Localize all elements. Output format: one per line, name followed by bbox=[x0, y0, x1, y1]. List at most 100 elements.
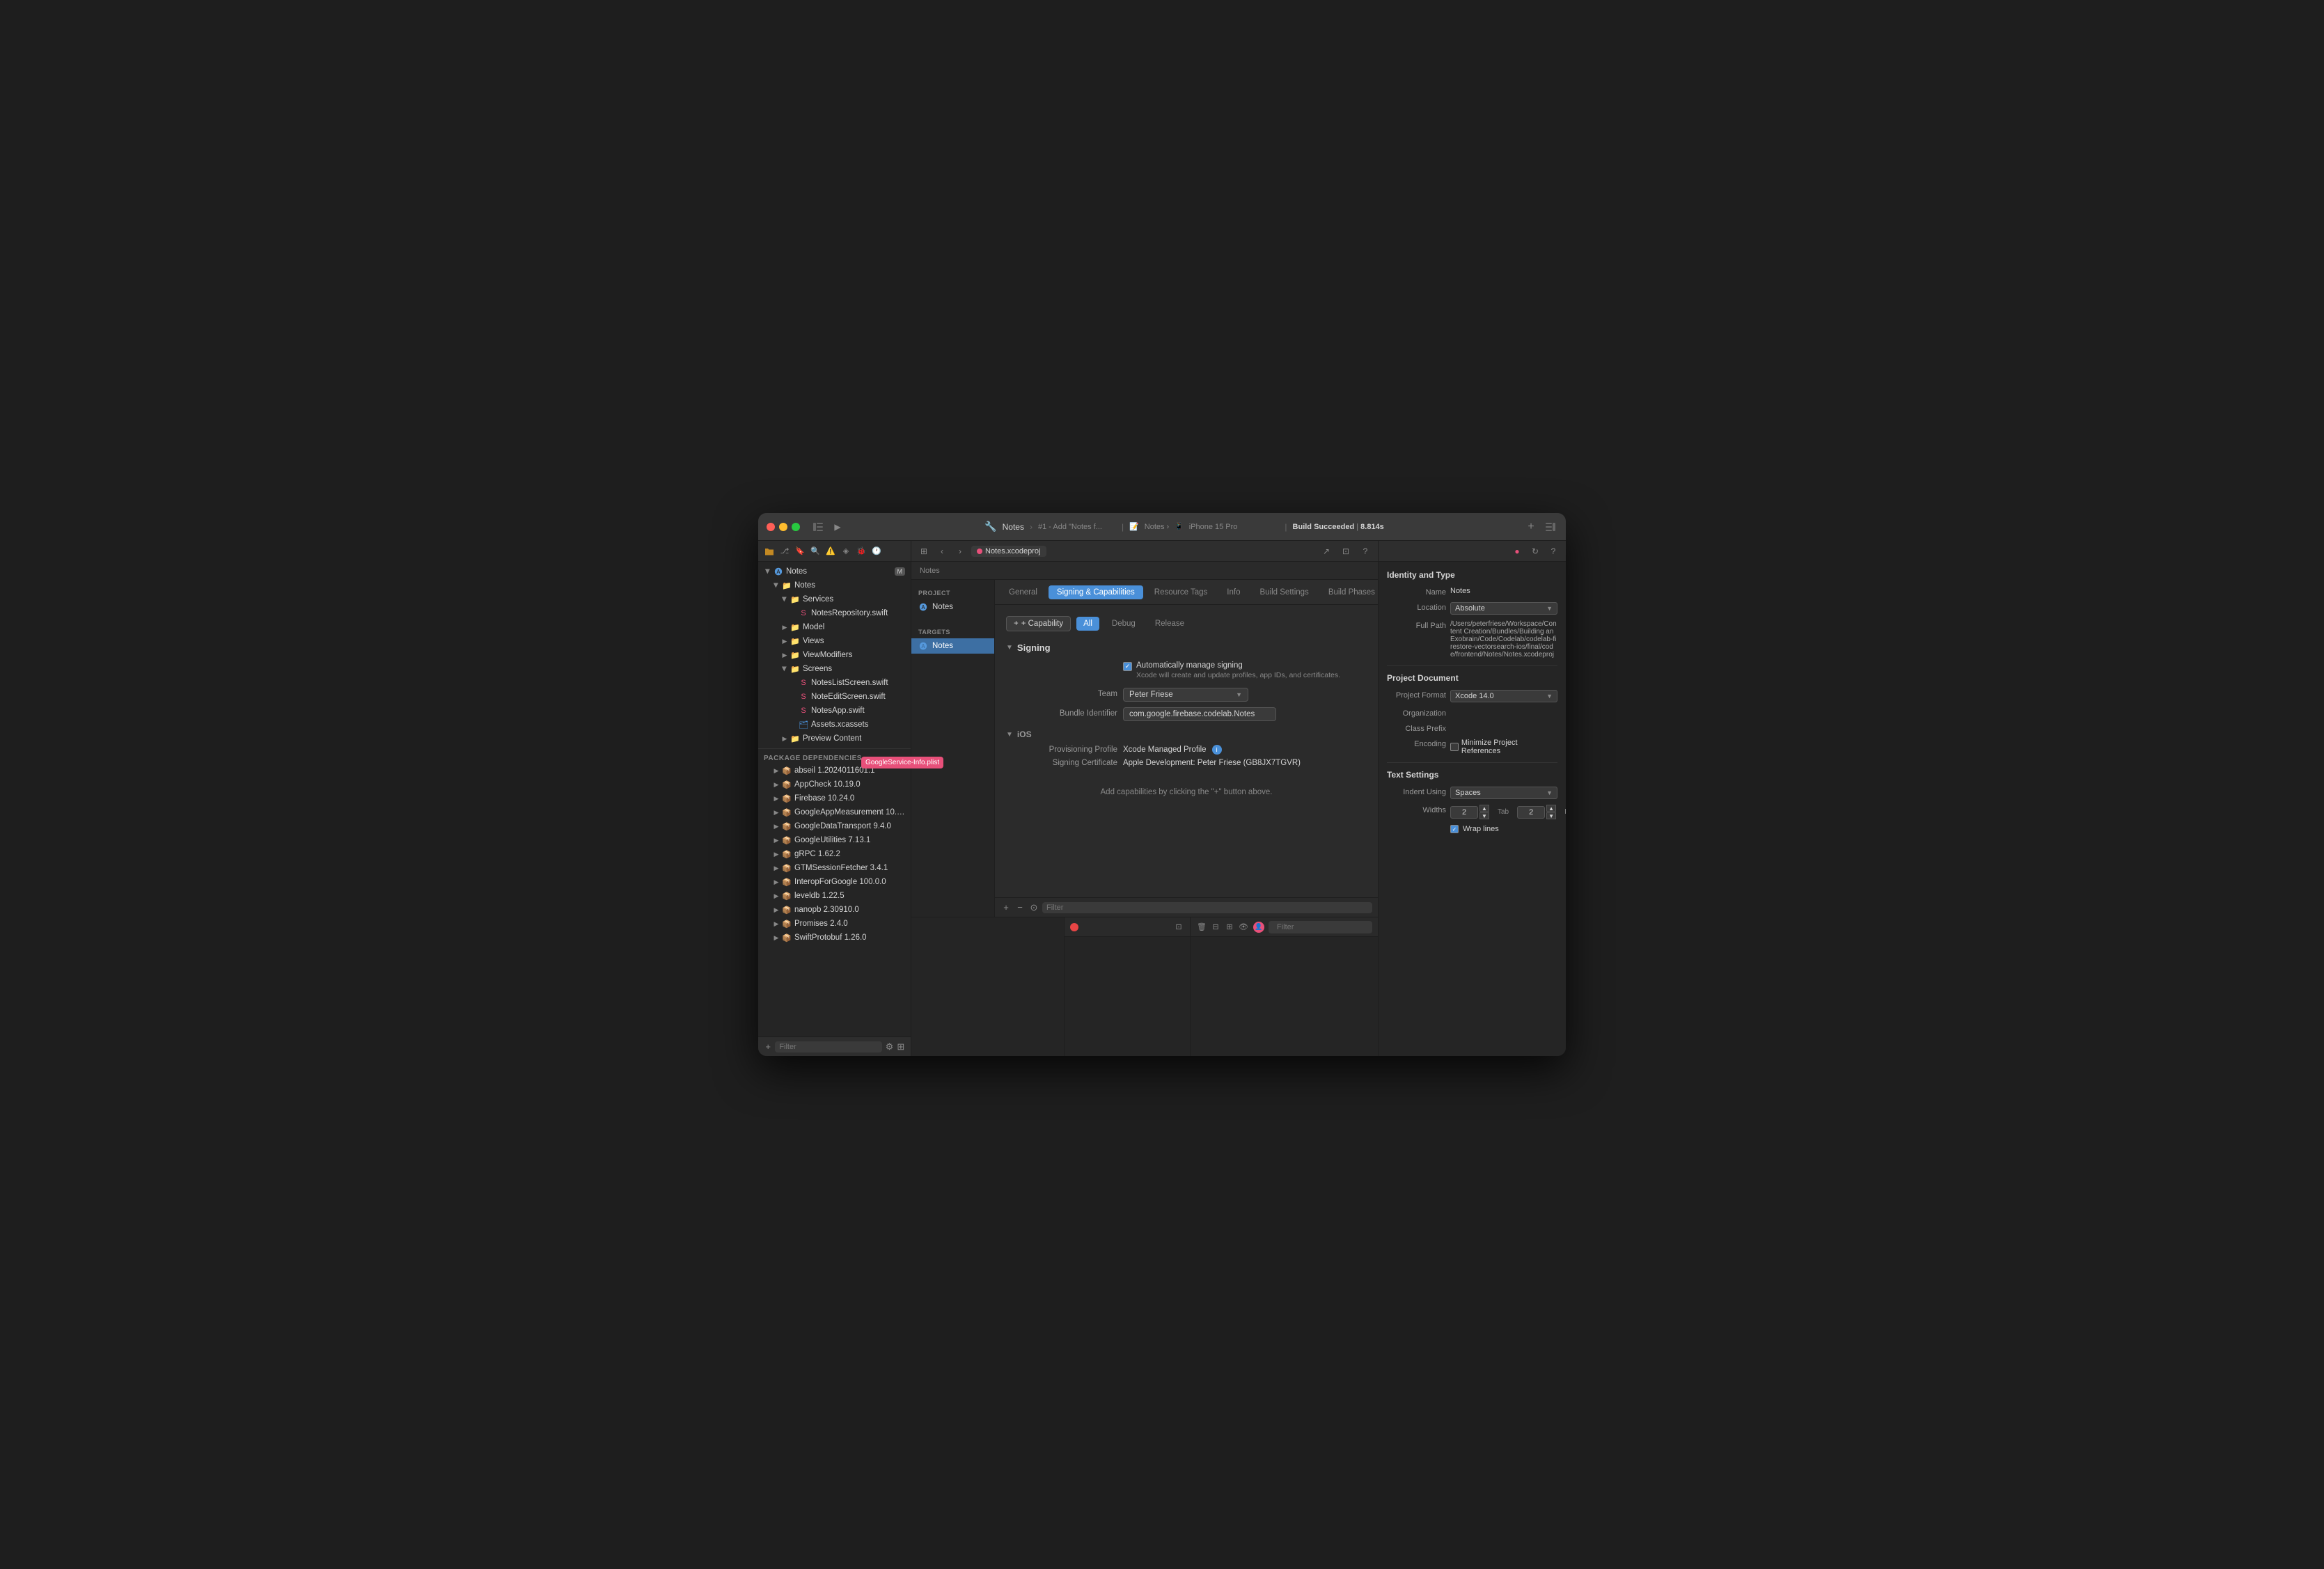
sidebar-item-nanopb[interactable]: ▶ 📦 nanopb 2.30910.0 bbox=[758, 903, 911, 917]
adjust-button[interactable]: ⊡ bbox=[1339, 544, 1353, 558]
add-capability-button[interactable]: + + Capability bbox=[1006, 616, 1071, 631]
bottom-center-panel: ⊡ bbox=[1065, 917, 1190, 1056]
add-file-button[interactable]: + bbox=[764, 1041, 772, 1052]
tab-info[interactable]: Info bbox=[1218, 585, 1248, 599]
panel-filter-input[interactable] bbox=[1042, 902, 1372, 913]
vcs-icon[interactable]: ⎇ bbox=[779, 546, 790, 557]
indent-stepper-up[interactable]: ▲ bbox=[1546, 805, 1556, 812]
package-icon: 📦 bbox=[782, 780, 792, 789]
debug-arrow-icon[interactable]: 👁 bbox=[1238, 922, 1249, 933]
sidebar-item-services[interactable]: ▶ 📁 Services bbox=[758, 592, 911, 606]
filter-release-button[interactable]: Release bbox=[1148, 617, 1191, 631]
minimize-button[interactable] bbox=[779, 523, 787, 531]
fullscreen-icon[interactable]: ⊡ bbox=[1173, 922, 1184, 933]
warning-icon[interactable]: ⚠️ bbox=[825, 546, 836, 557]
tab-build-phases[interactable]: Build Phases bbox=[1320, 585, 1378, 599]
debug-icon[interactable]: 🐞 bbox=[856, 546, 867, 557]
sidebar-item-googleutilities[interactable]: ▶ 📦 GoogleUtilities 7.13.1 bbox=[758, 833, 911, 847]
sidebar-item-noteslistscreen[interactable]: ▶ S NotesListScreen.swift bbox=[758, 676, 911, 690]
help-right-icon[interactable]: ? bbox=[1546, 544, 1560, 558]
test-icon[interactable]: ◈ bbox=[840, 546, 851, 557]
question-button[interactable]: ? bbox=[1358, 544, 1372, 558]
history-icon[interactable]: 🕐 bbox=[871, 546, 882, 557]
sidebar-item-firebase[interactable]: ▶ 📦 Firebase 10.24.0 bbox=[758, 791, 911, 805]
filter-debug-button[interactable]: Debug bbox=[1105, 617, 1143, 631]
location-dropdown[interactable]: Absolute ▼ bbox=[1450, 602, 1557, 615]
filter-all-button[interactable]: All bbox=[1076, 617, 1099, 631]
indent-stepper-down[interactable]: ▼ bbox=[1546, 812, 1556, 819]
sidebar-item-googleappmeasurement[interactable]: ▶ 📦 GoogleAppMeasurement 10.24.0 bbox=[758, 805, 911, 819]
file-type-icon[interactable]: ● bbox=[1510, 544, 1524, 558]
sidebar-item-swiftprotobuf[interactable]: ▶ 📦 SwiftProtobuf 1.26.0 bbox=[758, 931, 911, 945]
bottom-filter-input[interactable] bbox=[1273, 922, 1368, 933]
sidebar-item-interopforgoogle[interactable]: ▶ 📦 InteropForGoogle 100.0.0 bbox=[758, 875, 911, 889]
back-button[interactable]: ‹ bbox=[935, 544, 949, 558]
sidebar-item-model[interactable]: ▶ 📁 Model bbox=[758, 620, 911, 634]
target-item-notes[interactable]: 🅐 Notes bbox=[911, 638, 994, 654]
tab-general[interactable]: General bbox=[1000, 585, 1046, 599]
tab-signing-capabilities[interactable]: Signing & Capabilities bbox=[1049, 585, 1143, 599]
class-prefix-row: Class Prefix bbox=[1387, 723, 1557, 733]
encoding-label: Encoding bbox=[1387, 739, 1446, 748]
sidebar-item-googledatatransport[interactable]: ▶ 📦 GoogleDataTransport 9.4.0 bbox=[758, 819, 911, 833]
sidebar-item-notes-folder[interactable]: ▶ 📁 Notes bbox=[758, 578, 911, 592]
sidebar-item-promises[interactable]: ▶ 📦 Promises 2.4.0 bbox=[758, 917, 911, 931]
sidebar-item-notesrepository[interactable]: ▶ S NotesRepository.swift bbox=[758, 606, 911, 620]
tab-stepper-down[interactable]: ▼ bbox=[1479, 812, 1489, 819]
sidebar-item-gtmsessionfetcher[interactable]: ▶ 📦 GTMSessionFetcher 3.4.1 bbox=[758, 861, 911, 875]
encoding-checkbox[interactable] bbox=[1450, 743, 1459, 751]
tab-width-value[interactable]: 2 bbox=[1450, 806, 1478, 819]
signing-header[interactable]: ▼ Signing bbox=[1006, 642, 1367, 653]
bookmark-icon[interactable]: 🔖 bbox=[794, 546, 806, 557]
close-button[interactable] bbox=[767, 523, 775, 531]
add-button[interactable]: + bbox=[1524, 520, 1538, 534]
maximize-button[interactable] bbox=[792, 523, 800, 531]
inspector-toggle[interactable] bbox=[1544, 520, 1557, 534]
tab-stepper-up[interactable]: ▲ bbox=[1479, 805, 1489, 812]
remove-bottom-button[interactable]: − bbox=[1014, 902, 1026, 913]
indent-width-value[interactable]: 2 bbox=[1517, 806, 1545, 819]
filter-circle-button[interactable]: ⊙ bbox=[1028, 902, 1039, 913]
sidebar-item-root-notes[interactable]: ▶ 🅐 Notes M bbox=[758, 565, 911, 578]
project-format-dropdown[interactable]: Xcode 14.0 ▼ bbox=[1450, 690, 1557, 702]
ios-section-header[interactable]: ▼ iOS bbox=[1006, 730, 1367, 739]
filter-toggle-button[interactable]: ⊞ bbox=[897, 1041, 905, 1052]
history-right-icon[interactable]: ↻ bbox=[1528, 544, 1542, 558]
sidebar-item-grpc[interactable]: ▶ 📦 gRPC 1.62.2 bbox=[758, 847, 911, 861]
folder-icon[interactable] bbox=[764, 546, 775, 557]
share-button[interactable]: ↗ bbox=[1319, 544, 1333, 558]
class-prefix-input[interactable] bbox=[1450, 723, 1557, 732]
sidebar-item-appcheck[interactable]: ▶ 📦 AppCheck 10.19.0 bbox=[758, 778, 911, 791]
current-file-pill[interactable]: Notes.xcodeproj bbox=[971, 546, 1046, 557]
indent-using-dropdown[interactable]: Spaces ▼ bbox=[1450, 787, 1557, 799]
sidebar-toggle[interactable] bbox=[811, 520, 825, 534]
sidebar-item-noteeditscreen[interactable]: ▶ S NoteEditScreen.swift bbox=[758, 690, 911, 704]
sidebar-item-viewmodifiers[interactable]: ▶ 📁 ViewModifiers bbox=[758, 648, 911, 662]
project-item-notes[interactable]: 🅐 Notes bbox=[911, 599, 994, 615]
sidebar-item-assets[interactable]: ▶ 🗂 Assets.xcassets bbox=[758, 718, 911, 732]
run-button[interactable]: ▶ bbox=[831, 520, 845, 534]
tab-resource-tags[interactable]: Resource Tags bbox=[1146, 585, 1216, 599]
sidebar-item-views[interactable]: ▶ 📁 Views bbox=[758, 634, 911, 648]
fullpath-label: Full Path bbox=[1387, 620, 1446, 630]
sidebar-filter-input[interactable] bbox=[775, 1041, 882, 1052]
team-dropdown[interactable]: Peter Friese ▼ bbox=[1123, 688, 1248, 702]
info-icon[interactable]: i bbox=[1212, 745, 1222, 755]
auto-signing-checkbox[interactable] bbox=[1123, 662, 1132, 671]
sidebar-label: Promises 2.4.0 bbox=[794, 920, 905, 928]
trash-icon[interactable]: 🗑 bbox=[1196, 922, 1207, 933]
split-icon[interactable]: ⊟ bbox=[1210, 922, 1221, 933]
organization-input[interactable] bbox=[1450, 708, 1557, 716]
sidebar-item-preview[interactable]: ▶ 📁 Preview Content bbox=[758, 732, 911, 746]
filter-options-button[interactable]: ⚙ bbox=[885, 1041, 893, 1052]
sidebar-item-screens[interactable]: ▶ 📁 Screens bbox=[758, 662, 911, 676]
search-icon[interactable]: 🔍 bbox=[810, 546, 821, 557]
sidebar-item-notesapp[interactable]: ▶ S NotesApp.swift bbox=[758, 704, 911, 718]
forward-button[interactable]: › bbox=[953, 544, 967, 558]
sidebar-item-leveldb[interactable]: ▶ 📦 leveldb 1.22.5 bbox=[758, 889, 911, 903]
tab-build-settings[interactable]: Build Settings bbox=[1251, 585, 1317, 599]
wrap-lines-checkbox[interactable] bbox=[1450, 825, 1459, 833]
columns-icon[interactable]: ⊞ bbox=[1224, 922, 1235, 933]
add-bottom-button[interactable]: + bbox=[1000, 902, 1012, 913]
grid-view-button[interactable]: ⊞ bbox=[917, 544, 931, 558]
